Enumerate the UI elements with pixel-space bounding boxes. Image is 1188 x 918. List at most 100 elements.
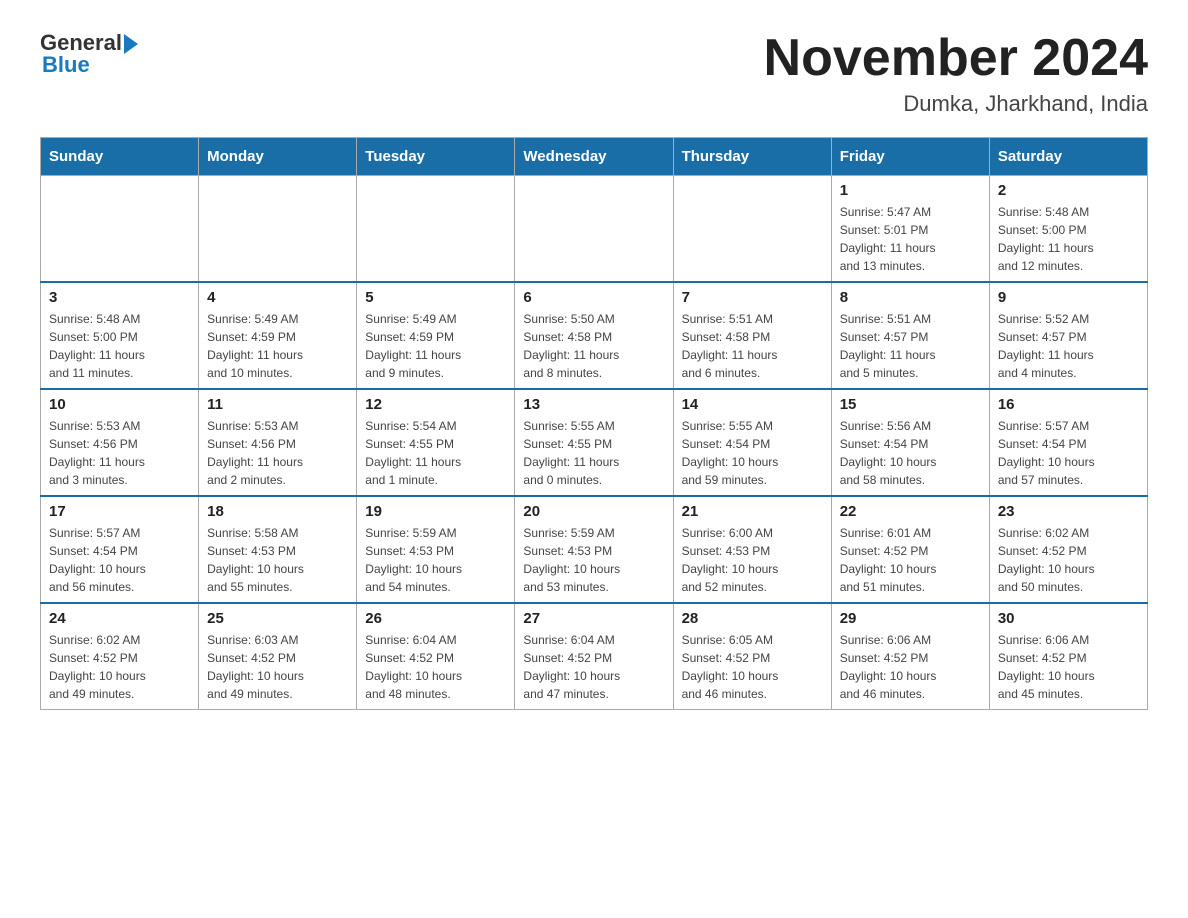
calendar-cell [515, 176, 673, 283]
day-info-text: Sunrise: 5:57 AM Sunset: 4:54 PM Dayligh… [49, 524, 190, 596]
day-info-text: Sunrise: 6:00 AM Sunset: 4:53 PM Dayligh… [682, 524, 823, 596]
calendar-cell: 5 Sunrise: 5:49 AM Sunset: 4:59 PM Daylig… [357, 282, 515, 389]
calendar-cell: 11 Sunrise: 5:53 AM Sunset: 4:56 PM Dayli… [199, 389, 357, 496]
calendar-cell: 21 Sunrise: 6:00 AM Sunset: 4:53 PM Dayli… [673, 496, 831, 603]
day-number: 25 [207, 610, 348, 627]
day-info-text: Sunrise: 5:48 AM Sunset: 5:00 PM Dayligh… [998, 203, 1139, 275]
day-number: 12 [365, 396, 506, 413]
day-info-text: Sunrise: 5:48 AM Sunset: 5:00 PM Dayligh… [49, 310, 190, 382]
logo-blue-text: Blue [42, 52, 90, 78]
calendar-cell: 23Sunrise: 6:02 AM Sunset: 4:52 PM Dayli… [989, 496, 1147, 603]
day-number: 19 [365, 503, 506, 520]
col-header-friday: Friday [831, 138, 989, 176]
day-number: 24 [49, 610, 190, 627]
calendar-cell: 19 Sunrise: 5:59 AM Sunset: 4:53 PM Dayli… [357, 496, 515, 603]
col-header-tuesday: Tuesday [357, 138, 515, 176]
month-year-title: November 2024 [764, 30, 1148, 87]
day-info-text: Sunrise: 5:53 AM Sunset: 4:56 PM Dayligh… [49, 417, 190, 489]
calendar-cell: 17 Sunrise: 5:57 AM Sunset: 4:54 PM Dayli… [41, 496, 199, 603]
day-info-text: Sunrise: 5:59 AM Sunset: 4:53 PM Dayligh… [365, 524, 506, 596]
calendar-week-row: 3 Sunrise: 5:48 AM Sunset: 5:00 PM Daylig… [41, 282, 1148, 389]
col-header-wednesday: Wednesday [515, 138, 673, 176]
calendar-week-row: 24 Sunrise: 6:02 AM Sunset: 4:52 PM Dayli… [41, 603, 1148, 710]
title-block: November 2024 Dumka, Jharkhand, India [764, 30, 1148, 117]
day-number: 23 [998, 503, 1139, 520]
day-info-text: Sunrise: 5:47 AM Sunset: 5:01 PM Dayligh… [840, 203, 981, 275]
calendar-cell: 8 Sunrise: 5:51 AM Sunset: 4:57 PM Daylig… [831, 282, 989, 389]
day-number: 5 [365, 289, 506, 306]
calendar-cell: 12 Sunrise: 5:54 AM Sunset: 4:55 PM Dayli… [357, 389, 515, 496]
calendar-cell: 25 Sunrise: 6:03 AM Sunset: 4:52 PM Dayli… [199, 603, 357, 710]
day-number: 13 [523, 396, 664, 413]
day-number: 29 [840, 610, 981, 627]
day-number: 18 [207, 503, 348, 520]
calendar-cell: 24 Sunrise: 6:02 AM Sunset: 4:52 PM Dayli… [41, 603, 199, 710]
day-number: 8 [840, 289, 981, 306]
page-header: General Blue November 2024 Dumka, Jharkh… [40, 30, 1148, 117]
day-info-text: Sunrise: 5:58 AM Sunset: 4:53 PM Dayligh… [207, 524, 348, 596]
day-number: 1 [840, 182, 981, 199]
calendar-header-row: SundayMondayTuesdayWednesdayThursdayFrid… [41, 138, 1148, 176]
day-number: 3 [49, 289, 190, 306]
day-number: 22 [840, 503, 981, 520]
day-info-text: Sunrise: 5:51 AM Sunset: 4:57 PM Dayligh… [840, 310, 981, 382]
day-number: 26 [365, 610, 506, 627]
calendar-cell: 30Sunrise: 6:06 AM Sunset: 4:52 PM Dayli… [989, 603, 1147, 710]
day-info-text: Sunrise: 6:05 AM Sunset: 4:52 PM Dayligh… [682, 631, 823, 703]
calendar-cell: 18 Sunrise: 5:58 AM Sunset: 4:53 PM Dayli… [199, 496, 357, 603]
logo: General Blue [40, 30, 138, 78]
day-number: 4 [207, 289, 348, 306]
calendar-week-row: 1 Sunrise: 5:47 AM Sunset: 5:01 PM Daylig… [41, 176, 1148, 283]
day-number: 11 [207, 396, 348, 413]
day-info-text: Sunrise: 6:04 AM Sunset: 4:52 PM Dayligh… [365, 631, 506, 703]
day-info-text: Sunrise: 6:01 AM Sunset: 4:52 PM Dayligh… [840, 524, 981, 596]
calendar-cell: 27 Sunrise: 6:04 AM Sunset: 4:52 PM Dayli… [515, 603, 673, 710]
day-info-text: Sunrise: 6:06 AM Sunset: 4:52 PM Dayligh… [840, 631, 981, 703]
day-number: 7 [682, 289, 823, 306]
calendar-cell: 14 Sunrise: 5:55 AM Sunset: 4:54 PM Dayli… [673, 389, 831, 496]
day-number: 15 [840, 396, 981, 413]
day-info-text: Sunrise: 6:02 AM Sunset: 4:52 PM Dayligh… [49, 631, 190, 703]
calendar-week-row: 17 Sunrise: 5:57 AM Sunset: 4:54 PM Dayli… [41, 496, 1148, 603]
day-number: 9 [998, 289, 1139, 306]
calendar-cell: 29 Sunrise: 6:06 AM Sunset: 4:52 PM Dayli… [831, 603, 989, 710]
day-info-text: Sunrise: 5:55 AM Sunset: 4:55 PM Dayligh… [523, 417, 664, 489]
day-info-text: Sunrise: 5:49 AM Sunset: 4:59 PM Dayligh… [365, 310, 506, 382]
col-header-thursday: Thursday [673, 138, 831, 176]
day-number: 10 [49, 396, 190, 413]
day-info-text: Sunrise: 5:52 AM Sunset: 4:57 PM Dayligh… [998, 310, 1139, 382]
calendar-cell: 15Sunrise: 5:56 AM Sunset: 4:54 PM Dayli… [831, 389, 989, 496]
day-number: 14 [682, 396, 823, 413]
col-header-saturday: Saturday [989, 138, 1147, 176]
day-number: 27 [523, 610, 664, 627]
calendar-cell [357, 176, 515, 283]
day-number: 2 [998, 182, 1139, 199]
calendar-cell: 28Sunrise: 6:05 AM Sunset: 4:52 PM Dayli… [673, 603, 831, 710]
day-number: 16 [998, 396, 1139, 413]
calendar-cell: 10 Sunrise: 5:53 AM Sunset: 4:56 PM Dayli… [41, 389, 199, 496]
location-subtitle: Dumka, Jharkhand, India [764, 91, 1148, 117]
day-number: 20 [523, 503, 664, 520]
day-info-text: Sunrise: 5:54 AM Sunset: 4:55 PM Dayligh… [365, 417, 506, 489]
day-number: 17 [49, 503, 190, 520]
calendar-cell: 6Sunrise: 5:50 AM Sunset: 4:58 PM Daylig… [515, 282, 673, 389]
day-info-text: Sunrise: 6:03 AM Sunset: 4:52 PM Dayligh… [207, 631, 348, 703]
day-info-text: Sunrise: 5:55 AM Sunset: 4:54 PM Dayligh… [682, 417, 823, 489]
calendar-cell: 1 Sunrise: 5:47 AM Sunset: 5:01 PM Daylig… [831, 176, 989, 283]
day-info-text: Sunrise: 6:04 AM Sunset: 4:52 PM Dayligh… [523, 631, 664, 703]
calendar-cell: 3 Sunrise: 5:48 AM Sunset: 5:00 PM Daylig… [41, 282, 199, 389]
logo-arrow-icon [124, 34, 138, 54]
calendar-cell: 22 Sunrise: 6:01 AM Sunset: 4:52 PM Dayli… [831, 496, 989, 603]
calendar-cell: 4Sunrise: 5:49 AM Sunset: 4:59 PM Daylig… [199, 282, 357, 389]
col-header-monday: Monday [199, 138, 357, 176]
calendar-cell: 16 Sunrise: 5:57 AM Sunset: 4:54 PM Dayli… [989, 389, 1147, 496]
day-info-text: Sunrise: 5:59 AM Sunset: 4:53 PM Dayligh… [523, 524, 664, 596]
day-info-text: Sunrise: 6:06 AM Sunset: 4:52 PM Dayligh… [998, 631, 1139, 703]
day-info-text: Sunrise: 5:53 AM Sunset: 4:56 PM Dayligh… [207, 417, 348, 489]
day-info-text: Sunrise: 5:57 AM Sunset: 4:54 PM Dayligh… [998, 417, 1139, 489]
calendar-cell: 13 Sunrise: 5:55 AM Sunset: 4:55 PM Dayli… [515, 389, 673, 496]
calendar-week-row: 10 Sunrise: 5:53 AM Sunset: 4:56 PM Dayli… [41, 389, 1148, 496]
calendar-cell: 20 Sunrise: 5:59 AM Sunset: 4:53 PM Dayli… [515, 496, 673, 603]
day-number: 21 [682, 503, 823, 520]
day-number: 6 [523, 289, 664, 306]
